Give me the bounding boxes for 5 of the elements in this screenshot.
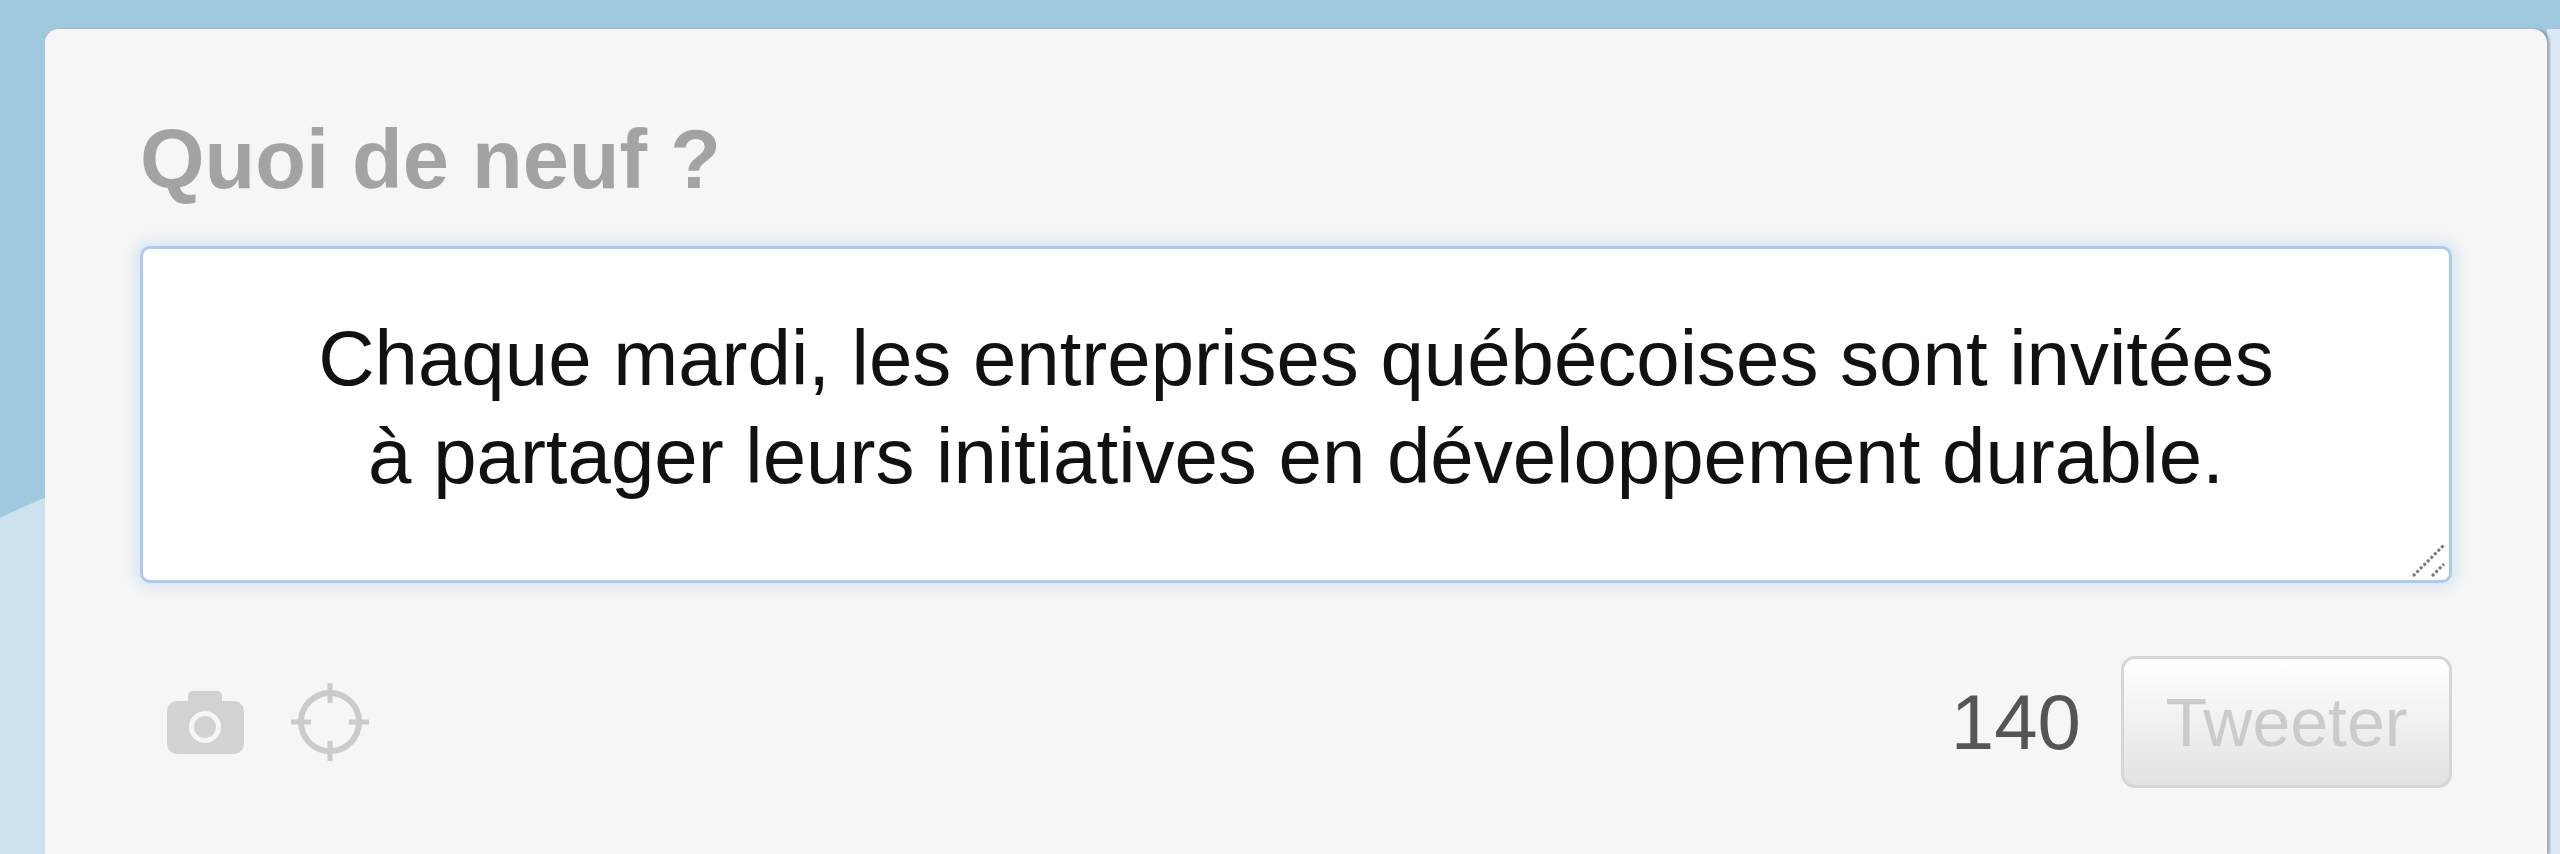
camera-icon[interactable] xyxy=(167,690,244,754)
resize-grip-icon[interactable] xyxy=(2412,543,2445,577)
character-count: 140 xyxy=(1950,683,2081,761)
tweet-input[interactable]: Chaque mardi, les entreprises québécoises sont invitées à partager leurs initiatives en développement durable. xyxy=(140,246,2452,583)
crosshair-icon[interactable] xyxy=(291,683,369,761)
